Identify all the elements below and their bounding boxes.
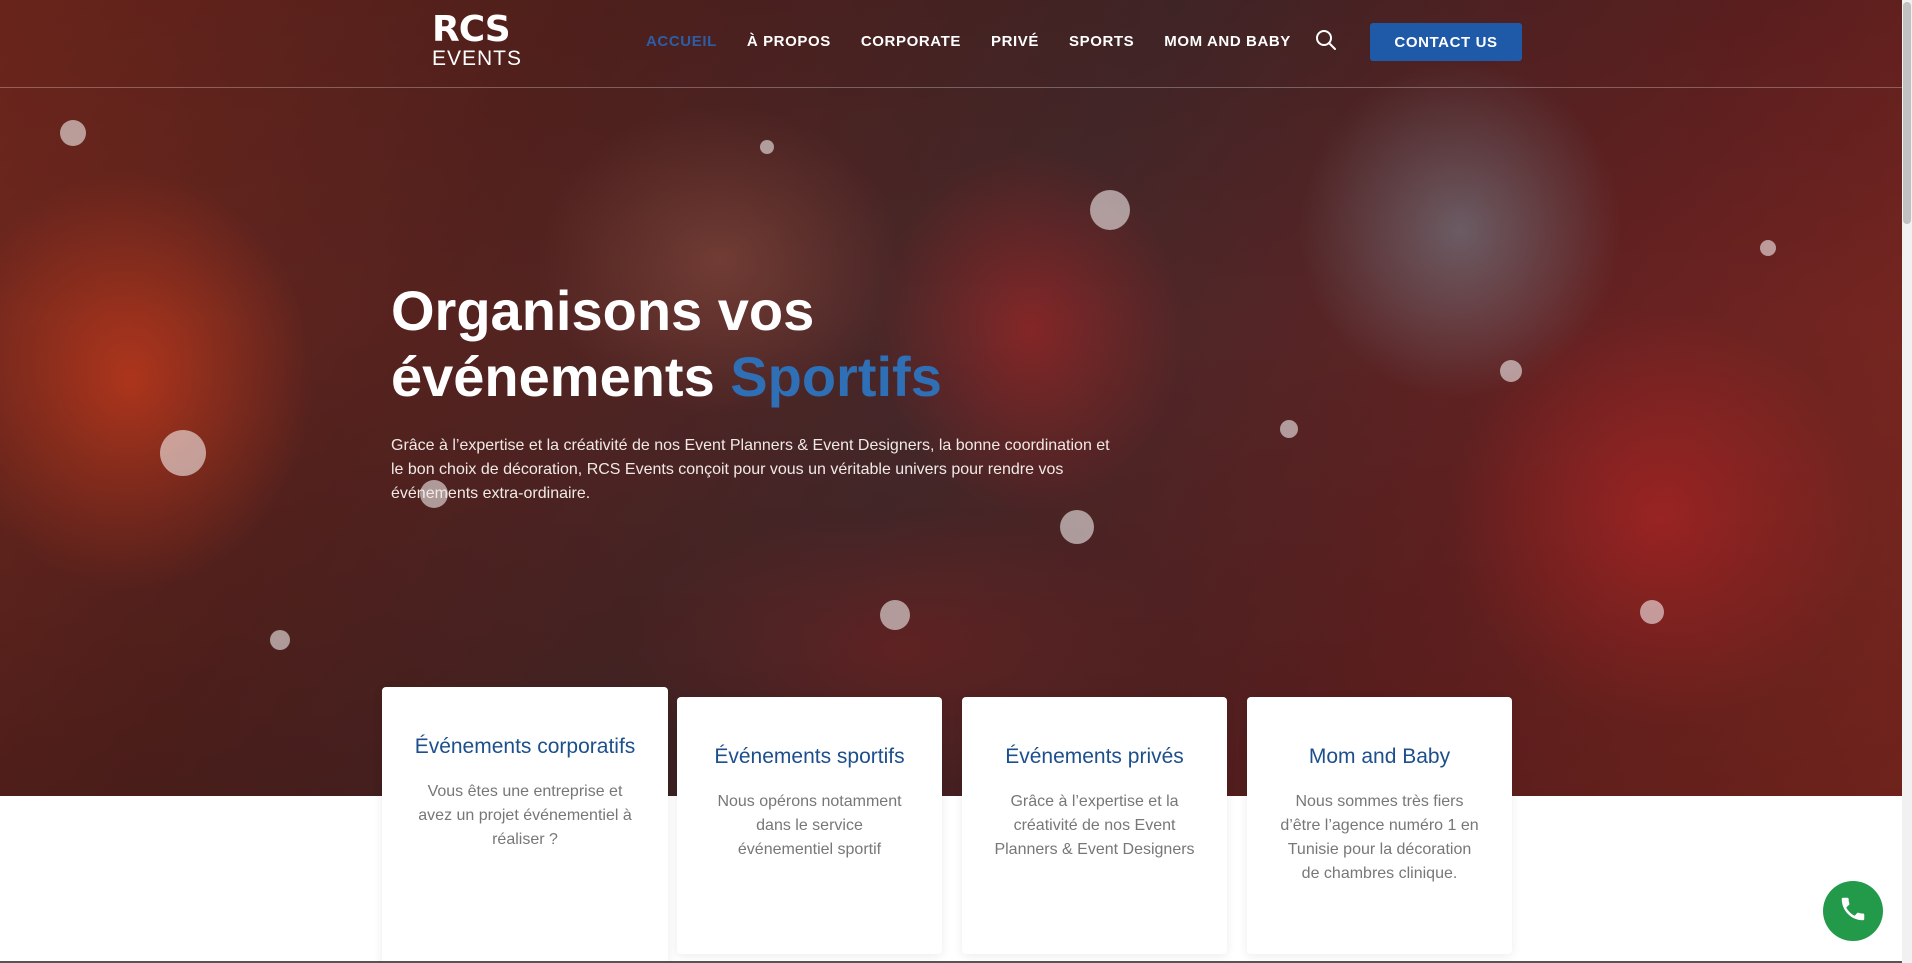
site-header: RCS EVENTS ACCUEIL À PROPOS CORPORATE PR… [0, 0, 1902, 88]
hero-title-line2: événements [391, 345, 731, 408]
card-text: Vous êtes une entreprise et avez un proj… [418, 783, 632, 848]
card-title: Événements sportifs [714, 745, 905, 768]
nav-item-prive[interactable]: PRIVÉ [991, 33, 1039, 50]
card-title: Mom and Baby [1308, 745, 1451, 768]
card-prive[interactable]: Événements privés Grâce à l’expertise et… [962, 697, 1227, 954]
card-title: Événements corporatifs [414, 735, 636, 758]
logo[interactable]: RCS EVENTS [432, 9, 523, 70]
hero-title-line1: Organisons vos [391, 279, 815, 342]
nav-item-a-propos[interactable]: À PROPOS [747, 33, 831, 50]
nav-item-mom-and-baby[interactable]: MOM AND BABY [1164, 33, 1291, 50]
logo-rcs: RCS [432, 9, 511, 50]
card-mom-and-baby[interactable]: Mom and Baby Nous sommes très fiers d’êt… [1247, 697, 1512, 954]
hero-title-accent: Sportifs [730, 345, 942, 408]
hero-background [0, 0, 1902, 796]
hero-title: Organisons vos événements Sportifs [391, 278, 942, 410]
logo-events: EVENTS [432, 47, 523, 70]
phone-icon [1838, 894, 1868, 929]
card-text: Grâce à l’expertise et la créativité de … [994, 793, 1195, 858]
nav-item-sports[interactable]: SPORTS [1069, 33, 1134, 50]
main-nav: ACCUEIL À PROPOS CORPORATE PRIVÉ SPORTS … [646, 33, 1321, 50]
nav-item-corporate[interactable]: CORPORATE [861, 33, 961, 50]
contact-us-button[interactable]: CONTACT US [1370, 23, 1522, 61]
hero-description: Grâce à l’expertise et la créativité de … [391, 437, 1110, 502]
card-corporate[interactable]: Événements corporatifs Vous êtes une ent… [382, 687, 668, 963]
search-icon[interactable] [1314, 28, 1338, 52]
scrollbar-thumb[interactable] [1903, 2, 1911, 224]
page-scrollbar[interactable] [1902, 0, 1912, 963]
card-text: Nous opérons notamment dans le service é… [717, 793, 902, 858]
phone-call-button[interactable] [1823, 881, 1883, 941]
card-text: Nous sommes très fiers d’être l’agence n… [1280, 793, 1479, 882]
nav-item-accueil[interactable]: ACCUEIL [646, 33, 717, 50]
card-sports[interactable]: Événements sportifs Nous opérons notamme… [677, 697, 942, 954]
card-title: Événements privés [1005, 745, 1184, 768]
